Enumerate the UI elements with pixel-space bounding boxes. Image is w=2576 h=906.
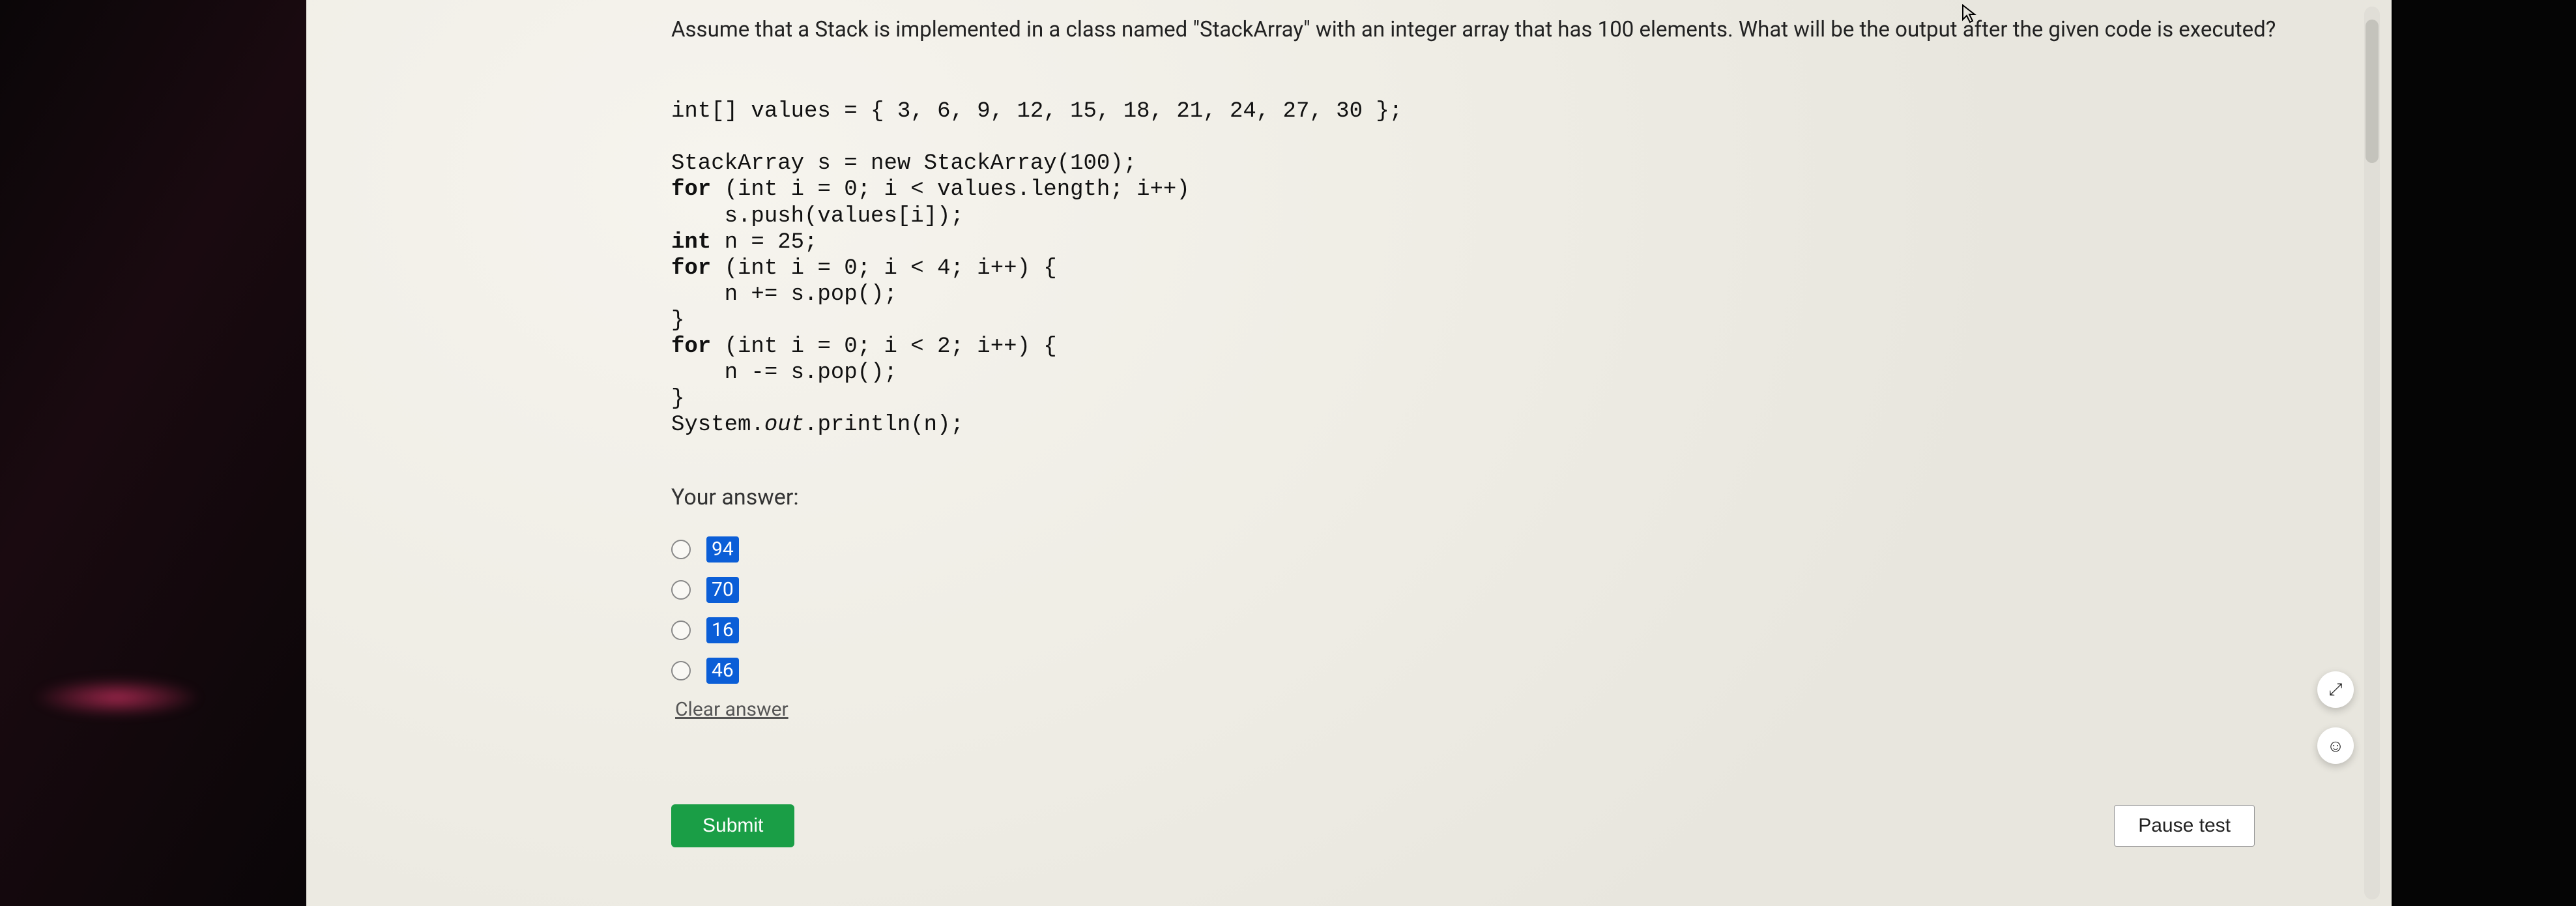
code-line: n += s.pop(); [671, 282, 897, 307]
your-answer-label: Your answer: [671, 484, 2281, 510]
option-value: 46 [706, 658, 739, 684]
right-room-background [2394, 0, 2576, 906]
radio-button[interactable] [671, 621, 691, 640]
code-line: .println(n); [804, 413, 964, 437]
code-keyword: int [671, 230, 711, 255]
option-value: 70 [706, 577, 739, 603]
code-line: System. [671, 413, 764, 437]
code-line: (int i = 0; i < 4; i++) { [711, 256, 1057, 281]
code-italic: out [764, 413, 804, 437]
face-icon: ☺ [2327, 736, 2345, 756]
option-value: 16 [706, 617, 739, 643]
clear-answer-link[interactable]: Clear answer [675, 698, 789, 721]
code-line: } [671, 387, 684, 411]
fullscreen-fab[interactable]: ⤢ [2317, 671, 2354, 708]
feedback-fab[interactable]: ☺ [2317, 727, 2354, 764]
code-line: } [671, 308, 684, 333]
code-line: s.push(values[i]); [671, 204, 964, 229]
option-value: 94 [706, 536, 739, 563]
question-prompt: Assume that a Stack is implemented in a … [671, 13, 2281, 46]
code-line: (int i = 0; i < 2; i++) { [711, 334, 1057, 359]
answer-option[interactable]: 94 [671, 536, 2281, 563]
code-line: n -= s.pop(); [671, 360, 897, 385]
code-keyword: for [671, 177, 711, 202]
submit-button[interactable]: Submit [671, 804, 794, 847]
code-line: int[] values = { 3, 6, 9, 12, 15, 18, 21… [671, 99, 1402, 124]
answer-options: 94 70 16 46 [671, 536, 2281, 684]
action-bar: Submit Pause test [671, 804, 2255, 847]
pause-test-button[interactable]: Pause test [2114, 805, 2255, 847]
radio-button[interactable] [671, 580, 691, 600]
code-line: (int i = 0; i < values.length; i++) [711, 177, 1190, 202]
quiz-page: Assume that a Stack is implemented in a … [306, 0, 2392, 906]
scrollbar-thumb[interactable] [2366, 20, 2379, 163]
radio-button[interactable] [671, 661, 691, 680]
vertical-scrollbar[interactable] [2364, 7, 2380, 899]
code-keyword: for [671, 334, 711, 359]
code-line: n = 25; [711, 230, 817, 255]
radio-button[interactable] [671, 540, 691, 559]
monitor-content: Assume that a Stack is implemented in a … [306, 0, 2392, 906]
answer-option[interactable]: 46 [671, 658, 2281, 684]
floating-action-buttons: ⤢ ☺ [2317, 671, 2354, 764]
code-snippet: int[] values = { 3, 6, 9, 12, 15, 18, 21… [671, 98, 2281, 438]
answer-option[interactable]: 70 [671, 577, 2281, 603]
pink-light-glow [33, 678, 202, 717]
expand-icon: ⤢ [2329, 680, 2343, 700]
answer-option[interactable]: 16 [671, 617, 2281, 643]
code-line: StackArray s = new StackArray(100); [671, 151, 1136, 176]
left-room-background [0, 0, 306, 906]
code-keyword: for [671, 256, 711, 281]
